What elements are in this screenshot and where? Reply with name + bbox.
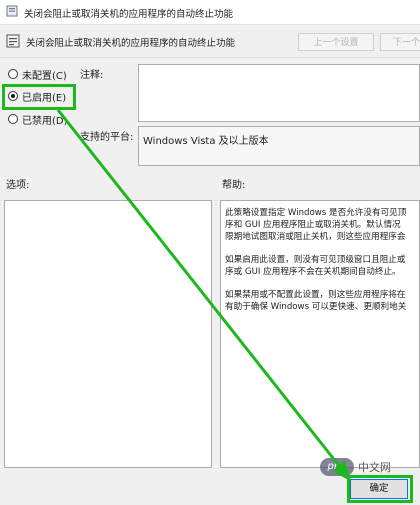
policy-title: 关闭会阻止或取消关机的应用程序的自动终止功能 [26, 38, 236, 49]
window-titlebar: 关闭会阻止或取消关机的应用程序的自动终止功能 [0, 0, 420, 25]
help-label: 帮助: [222, 180, 246, 191]
highlight-enabled-option [2, 84, 76, 110]
comment-textarea[interactable] [138, 64, 420, 122]
supported-platform-value: Windows Vista 及以上版本 [143, 136, 269, 147]
watermark-logo: php [320, 458, 354, 476]
radio-disabled-circle[interactable] [8, 114, 18, 124]
help-line: 限期地试图取消或阻止关机，则这些应用程序会 [225, 232, 406, 242]
highlight-ok-button [347, 475, 413, 503]
help-line: 有助于确保 Windows 可以更快速、更顺利地关 [225, 302, 407, 312]
comment-label: 注释: [80, 70, 104, 81]
help-panel[interactable]: 此策略设置指定 Windows 是否允许没有可见顶 序和 GUI 应用程序阻止或… [220, 200, 420, 468]
platform-label: 支持的平台: [80, 132, 134, 143]
window-title: 关闭会阻止或取消关机的应用程序的自动终止功能 [24, 9, 234, 20]
previous-setting-button[interactable]: 上一个设置 [298, 33, 374, 51]
options-label: 选项: [6, 180, 30, 191]
radio-disabled-label: 已禁用(D) [22, 115, 68, 127]
radio-disabled[interactable]: 已禁用(D) [8, 111, 68, 127]
help-paragraph-3: 如果禁用或不配置此设置，则这些应用程序将在 有助于确保 Windows 可以更快… [225, 289, 419, 313]
watermark-text: 中文网 [358, 461, 391, 474]
help-paragraph-1: 此策略设置指定 Windows 是否允许没有可见顶 序和 GUI 应用程序阻止或… [225, 207, 419, 243]
radio-not-configured[interactable]: 未配置(C) [8, 66, 67, 82]
help-paragraph-2: 如果启用此设置，则没有可见顶级窗口且阻止或 序或 GUI 应用程序不会在关机期间… [225, 254, 419, 278]
help-line: 序或 GUI 应用程序不会在关机期间自动终止。 [225, 267, 401, 277]
help-line: 如果启用此设置，则没有可见顶级窗口且阻止或 [225, 255, 406, 265]
help-line: 如果禁用或不配置此设置，则这些应用程序将在 [225, 290, 406, 300]
options-panel [4, 200, 212, 468]
policy-header: 关闭会阻止或取消关机的应用程序的自动终止功能 上一个设置 下一个 [0, 28, 420, 54]
radio-not-configured-label: 未配置(C) [22, 70, 67, 82]
help-line: 序和 GUI 应用程序阻止或取消关机。默认情况 [225, 220, 401, 230]
next-setting-button[interactable]: 下一个 [380, 33, 420, 51]
radio-not-configured-circle[interactable] [8, 69, 18, 79]
policy-setting-icon [6, 34, 20, 48]
help-line: 此策略设置指定 Windows 是否允许没有可见顶 [225, 208, 407, 218]
header-divider [0, 57, 420, 58]
help-text: 此策略设置指定 Windows 是否允许没有可见顶 序和 GUI 应用程序阻止或… [225, 207, 419, 324]
supported-platform-field: Windows Vista 及以上版本 [138, 126, 420, 166]
policy-window-icon [6, 5, 18, 17]
